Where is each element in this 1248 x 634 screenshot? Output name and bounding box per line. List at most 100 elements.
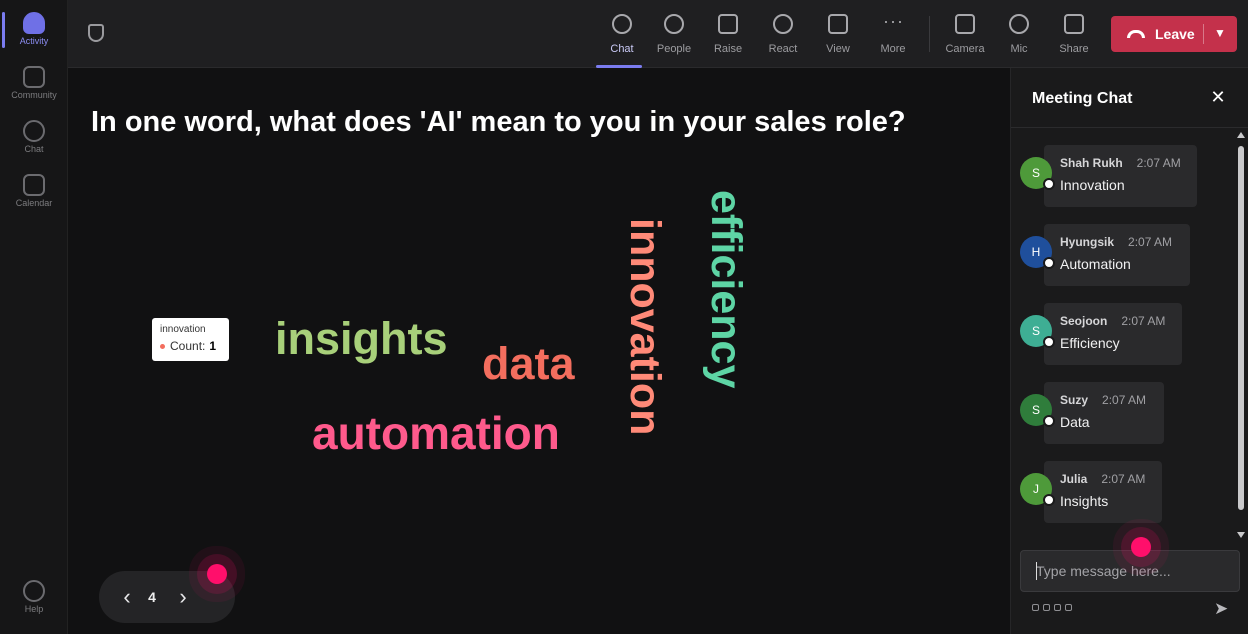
rail-item-calendar[interactable]: Calendar: [0, 166, 68, 216]
rail-item-activity[interactable]: Activity: [0, 4, 68, 54]
attach-icon[interactable]: [1043, 604, 1050, 611]
tooltip-count-label: Count:: [170, 339, 206, 353]
word-cloud-word[interactable]: data: [482, 341, 575, 386]
chat-scrollbar[interactable]: [1235, 130, 1247, 543]
presence-icon: [1043, 415, 1055, 427]
app-rail: Activity Community Chat Calendar Help: [0, 0, 68, 634]
word-cloud-word[interactable]: innovation: [621, 218, 669, 435]
smile-icon: [773, 14, 793, 34]
tooltip-count-row: Count: 1: [160, 339, 221, 353]
series-dot-icon: [160, 343, 165, 349]
message-text: Data: [1060, 414, 1090, 430]
toolbar-label: More: [880, 43, 906, 55]
message-text: Insights: [1060, 493, 1109, 509]
calendar-icon: [23, 174, 45, 196]
toolbar-label: View: [826, 43, 850, 55]
toolbar-camera-button[interactable]: Camera: [939, 10, 991, 62]
toolbar-label: React: [768, 43, 798, 55]
toolbar-label: Chat: [610, 43, 634, 55]
leave-label: Leave: [1155, 26, 1195, 42]
leave-button[interactable]: Leave ▼: [1111, 16, 1237, 52]
toolbar-chat-button[interactable]: Chat: [596, 10, 648, 68]
word-cloud-word[interactable]: insights: [275, 316, 448, 361]
message-bubble: Suzy 2:07 AM Data: [1044, 382, 1164, 444]
pointer-indicator: [1131, 537, 1151, 557]
chevron-down-icon[interactable]: ▼: [1214, 26, 1226, 40]
message-bubble: Hyungsik 2:07 AM Automation: [1044, 224, 1190, 286]
rail-label: Help: [24, 604, 44, 614]
presence-icon: [1043, 336, 1055, 348]
word-cloud-word[interactable]: automation: [312, 410, 560, 456]
leave-divider: [1203, 24, 1204, 44]
toolbar-share-button[interactable]: Share: [1048, 10, 1100, 62]
message-time: 2:07 AM: [1128, 235, 1173, 249]
emoji-icon[interactable]: [1054, 604, 1061, 611]
toolbar-mic-button[interactable]: Mic: [993, 10, 1045, 62]
presence-icon: [1043, 178, 1055, 190]
bell-icon: [23, 12, 45, 34]
message-time: 2:07 AM: [1136, 156, 1181, 170]
chat-message: Shah Rukh 2:07 AM Innovation S: [1020, 145, 1200, 207]
sender-name: Hyungsik: [1060, 235, 1115, 249]
meeting-chat-panel: Meeting Chat ✕ Shah Rukh 2:07 AM Innovati…: [1010, 68, 1248, 634]
toolbar-react-button[interactable]: React: [757, 10, 809, 62]
message-time: 2:07 AM: [1121, 314, 1166, 328]
send-icon[interactable]: ➤: [1214, 599, 1228, 619]
previous-slide-button[interactable]: ‹: [109, 579, 145, 615]
toolbar-view-button[interactable]: View: [812, 10, 864, 62]
more-icon: ···: [883, 11, 904, 31]
chat-message: Seojoon 2:07 AM Efficiency S: [1020, 303, 1200, 365]
tooltip-count-value: 1: [209, 339, 217, 353]
scroll-down-icon[interactable]: [1237, 532, 1245, 538]
message-bubble: Shah Rukh 2:07 AM Innovation: [1044, 145, 1197, 207]
toolbar-people-button[interactable]: People: [648, 10, 700, 62]
message-text: Automation: [1060, 256, 1131, 272]
chat-title: Meeting Chat: [1032, 90, 1133, 107]
format-icon[interactable]: [1032, 604, 1039, 611]
mic-icon: [1009, 14, 1029, 34]
pointer-indicator: [207, 564, 227, 584]
close-icon[interactable]: ✕: [1207, 86, 1229, 108]
scroll-up-icon[interactable]: [1237, 132, 1245, 138]
rail-label: Community: [11, 90, 57, 100]
sender-name: Julia: [1060, 472, 1088, 486]
rail-label: Calendar: [15, 198, 53, 208]
message-time: 2:07 AM: [1102, 393, 1147, 407]
help-icon: [23, 580, 45, 602]
chat-icon: [23, 120, 45, 142]
chat-divider: [1011, 127, 1248, 128]
word-tooltip: innovation Count: 1: [152, 318, 229, 361]
presentation-stage: In one word, what does 'AI' mean to you …: [68, 68, 1010, 634]
chat-message: Julia 2:07 AM Insights J: [1020, 461, 1200, 523]
chat-icon: [612, 14, 632, 34]
tooltip-word: innovation: [160, 324, 206, 335]
share-icon: [1064, 14, 1084, 34]
chat-message-input[interactable]: [1020, 550, 1240, 592]
rail-item-chat[interactable]: Chat: [0, 112, 68, 162]
rail-item-help[interactable]: Help: [0, 572, 68, 622]
rail-item-community[interactable]: Community: [0, 58, 68, 108]
chat-message: Suzy 2:07 AM Data S: [1020, 382, 1200, 444]
toolbar-divider: [929, 16, 930, 52]
message-bubble: Seojoon 2:07 AM Efficiency: [1044, 303, 1182, 365]
sender-name: Suzy: [1060, 393, 1089, 407]
toolbar-more-button[interactable]: ··· More: [867, 10, 919, 62]
gif-icon[interactable]: [1065, 604, 1072, 611]
toolbar-label: Raise: [713, 43, 743, 55]
toolbar-label: Mic: [1010, 43, 1028, 55]
scroll-thumb[interactable]: [1238, 146, 1244, 510]
shield-icon[interactable]: [88, 24, 104, 42]
toolbar-label: Share: [1059, 43, 1089, 55]
meeting-toolbar: Chat People Raise React View ··· More Ca…: [68, 0, 1248, 68]
word-cloud-word[interactable]: efficiency: [702, 190, 750, 388]
message-time: 2:07 AM: [1101, 472, 1146, 486]
toolbar-raise-button[interactable]: Raise: [702, 10, 754, 62]
message-bubble: Julia 2:07 AM Insights: [1044, 461, 1162, 523]
rail-label: Activity: [19, 36, 49, 46]
text-caret: [1036, 562, 1037, 580]
sender-name: Shah Rukh: [1060, 156, 1123, 170]
grid-icon: [828, 14, 848, 34]
rail-label: Chat: [24, 144, 44, 154]
next-slide-button[interactable]: ›: [165, 579, 201, 615]
hand-icon: [718, 14, 738, 34]
